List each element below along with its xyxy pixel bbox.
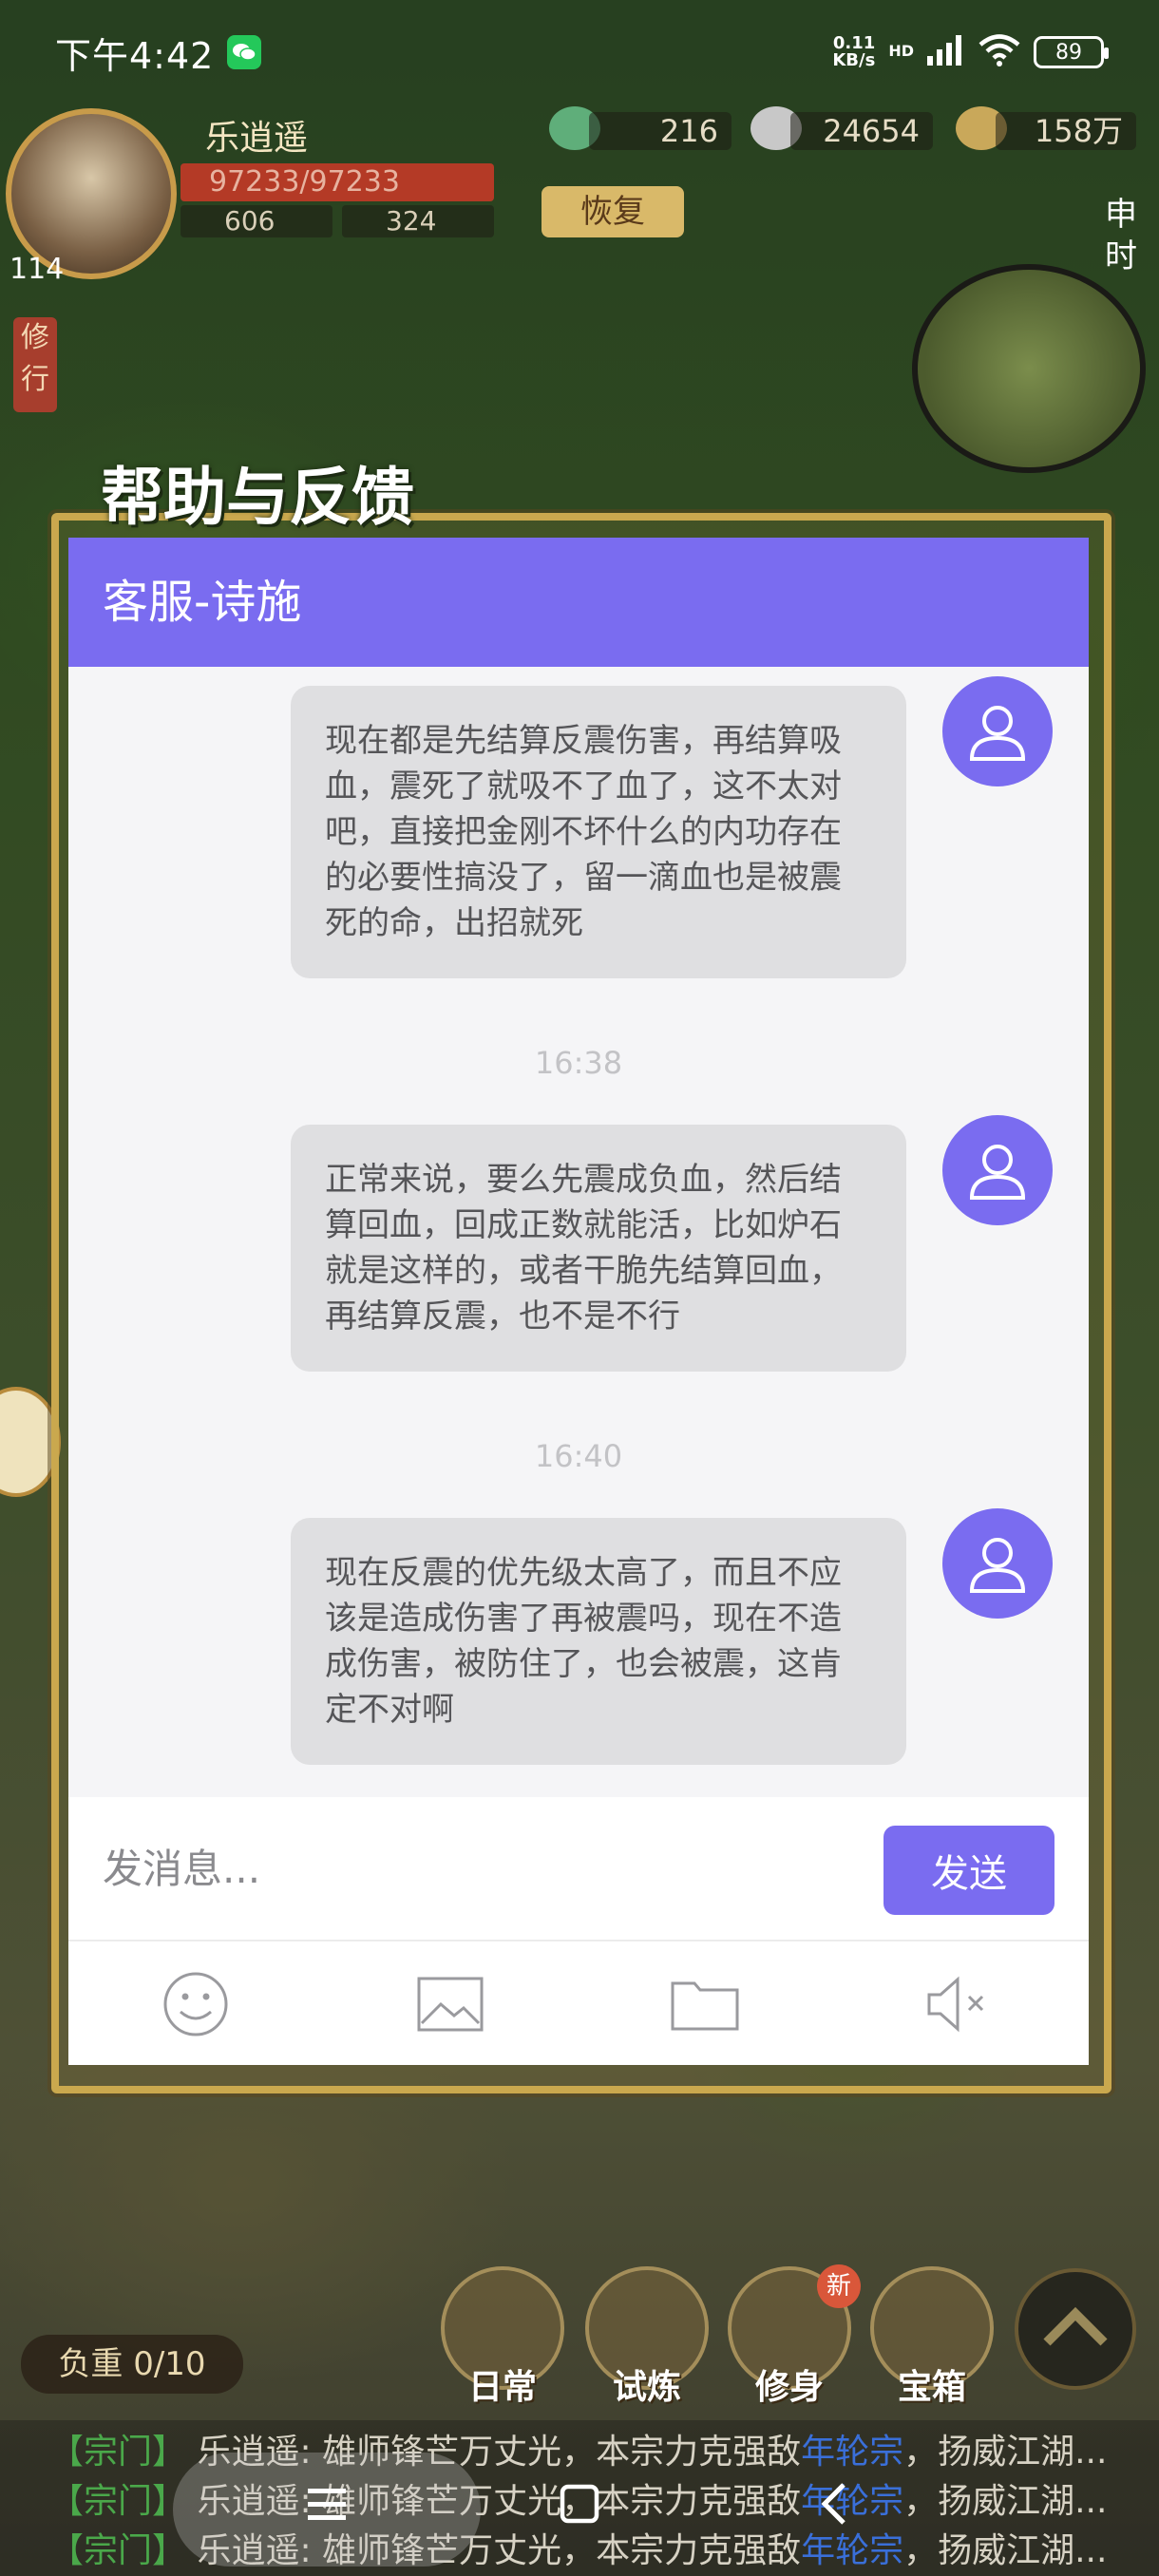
message-input[interactable] bbox=[103, 1835, 882, 1902]
message-list[interactable]: 现在都是先结算反震伤害，再结算吸血，震死了就吸不了血了，这不太对吧，直接把金刚不… bbox=[68, 667, 1089, 1797]
status-left: 下午4:42 bbox=[55, 27, 262, 79]
message-timestamp: 16:38 bbox=[534, 1045, 623, 1081]
wifi-icon bbox=[978, 34, 1020, 70]
dialog-title: 帮助与反馈 bbox=[101, 460, 414, 534]
folder-icon[interactable] bbox=[669, 1968, 741, 2040]
cultivate-button[interactable]: 修行 bbox=[13, 317, 57, 412]
player-name: 乐逍遥 bbox=[205, 119, 309, 158]
stat-b: 324 bbox=[342, 205, 494, 237]
signal-icon bbox=[927, 35, 965, 69]
user-avatar-icon bbox=[942, 1115, 1053, 1225]
customer-service-chat: 客服-诗施 现在都是先结算反震伤害，再结算吸血，震死了就吸不了血了，这不太对吧，… bbox=[68, 538, 1089, 2065]
status-bar: 下午4:42 0.11 KB/s HD 89 bbox=[0, 0, 1159, 104]
send-button[interactable]: 发送 bbox=[884, 1826, 1054, 1915]
currency-1: 216 bbox=[589, 112, 732, 150]
wechat-notification-icon bbox=[227, 35, 262, 69]
network-type: HD bbox=[888, 42, 914, 60]
currency-3: 158万 bbox=[996, 112, 1136, 150]
daily-label: 日常 bbox=[467, 2368, 537, 2407]
inventory-weight[interactable]: 负重 0/10 bbox=[21, 2335, 243, 2394]
trial-label: 试炼 bbox=[612, 2368, 681, 2407]
hp-bar: 97233/97233 bbox=[180, 163, 494, 201]
user-avatar-icon bbox=[942, 1508, 1053, 1619]
system-navigation-bar bbox=[0, 2443, 1159, 2576]
currency-2: 24654 bbox=[790, 112, 933, 150]
network-speed: 0.11 KB/s bbox=[832, 35, 875, 69]
menu-icon[interactable] bbox=[298, 2475, 355, 2532]
home-icon[interactable] bbox=[551, 2475, 608, 2532]
battery-indicator: 89 bbox=[1034, 36, 1109, 68]
image-icon[interactable] bbox=[414, 1968, 486, 2040]
stat-a: 606 bbox=[180, 205, 332, 237]
input-bar: 发送 bbox=[68, 1797, 1089, 1940]
message-bubble: 现在反震的优先级太高了，而且不应该是造成伤害了再被震吗，现在不造成伤害，被防住了… bbox=[291, 1518, 906, 1765]
back-icon[interactable] bbox=[806, 2475, 863, 2532]
self-cultivation-label: 修身 bbox=[754, 2368, 824, 2407]
mute-icon[interactable] bbox=[923, 1968, 996, 2040]
message-bubble: 现在都是先结算反震伤害，再结算吸血，震死了就吸不了血了，这不太对吧，直接把金刚不… bbox=[291, 686, 906, 978]
new-badge: 新 bbox=[817, 2264, 861, 2308]
status-right: 0.11 KB/s HD 89 bbox=[832, 34, 1109, 70]
message-timestamp: 16:40 bbox=[534, 1438, 623, 1474]
treasure-chest-label: 宝箱 bbox=[897, 2368, 966, 2407]
expand-menu-button[interactable] bbox=[1015, 2268, 1136, 2390]
chat-header: 客服-诗施 bbox=[68, 538, 1089, 667]
chat-toolbar bbox=[68, 1940, 1089, 2065]
recover-button[interactable]: 恢复 bbox=[542, 186, 684, 237]
time-of-day-label: 申时 bbox=[1105, 196, 1137, 275]
status-time: 下午4:42 bbox=[55, 34, 215, 77]
user-avatar-icon bbox=[942, 676, 1053, 786]
chevron-up-icon bbox=[1043, 2306, 1108, 2346]
network-speed-unit: KB/s bbox=[832, 50, 876, 70]
message-bubble: 正常来说，要么先震成负血，然后结算回血，回成正数就能活，比如炉石就是这样的，或者… bbox=[291, 1125, 906, 1372]
minimap[interactable] bbox=[912, 264, 1146, 473]
emoji-icon[interactable] bbox=[160, 1968, 232, 2040]
player-level: 114 bbox=[10, 253, 65, 286]
